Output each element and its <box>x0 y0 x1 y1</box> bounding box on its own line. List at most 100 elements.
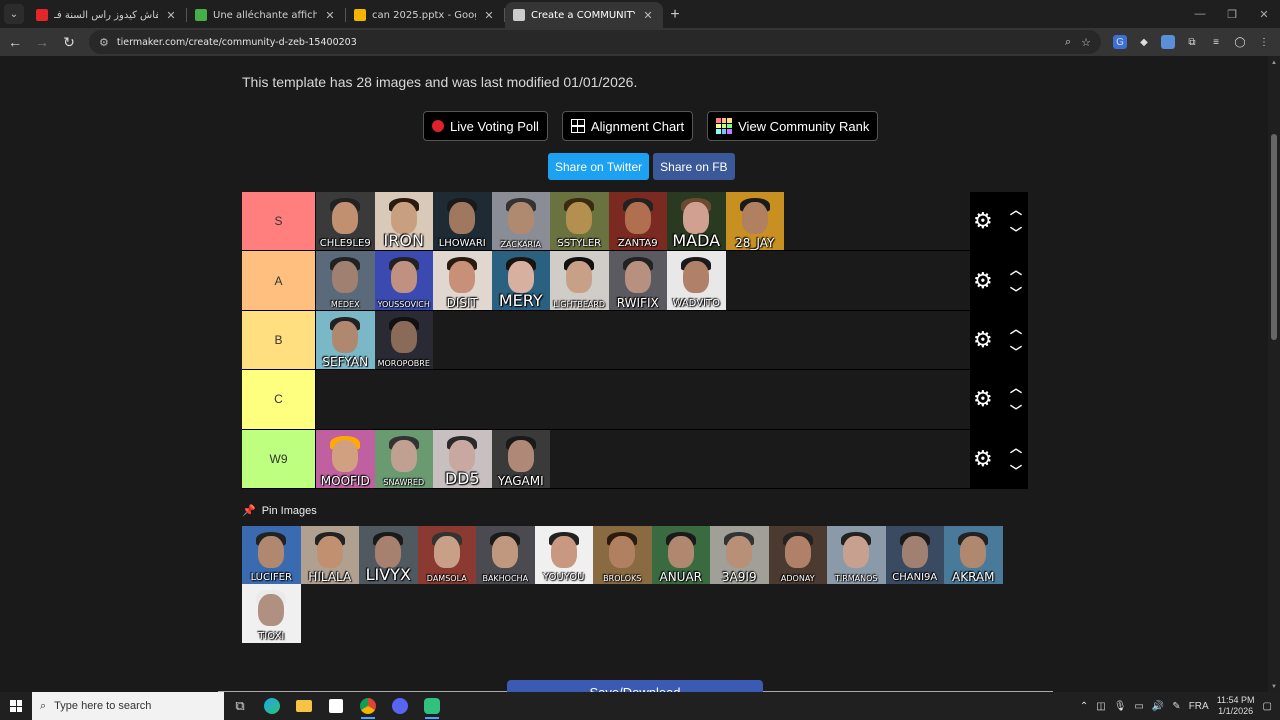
tier-label[interactable]: A <box>242 251 316 310</box>
back-icon[interactable]: ← <box>3 30 27 54</box>
tray-chevron-icon[interactable]: ⌃ <box>1080 701 1088 712</box>
tier-image-damsola[interactable]: DAMSOLA <box>417 526 476 585</box>
zoom-icon[interactable]: ⌕ <box>1065 36 1071 49</box>
tier-image-broloks[interactable]: BROLOKS <box>593 526 652 585</box>
volume-icon[interactable]: 🔊 <box>1152 701 1164 712</box>
tier-image-yagami[interactable]: YAGAMI <box>491 429 550 488</box>
microphone-icon[interactable]: 🎙 <box>1114 701 1127 712</box>
battery-icon[interactable]: ▭ <box>1134 701 1143 712</box>
tier-image-livyx[interactable]: LIVYX <box>359 526 418 585</box>
tier-image-akram[interactable]: AKRAM <box>944 526 1003 585</box>
reload-icon[interactable]: ↻ <box>57 30 81 54</box>
save-download-button[interactable]: Save/Download <box>507 680 763 692</box>
app-green-icon[interactable] <box>416 692 448 720</box>
scrollbar-thumb[interactable] <box>1271 134 1277 340</box>
chrome-icon[interactable] <box>352 692 384 720</box>
tier-label[interactable]: B <box>242 310 316 370</box>
tier-image-28_jay[interactable]: 28_JAY <box>725 192 784 251</box>
gear-icon[interactable]: ⚙ <box>973 447 993 470</box>
tier-image-moropobre[interactable]: MOROPOBRE <box>374 310 433 370</box>
chevron-up-icon[interactable]: ︿ <box>1010 379 1022 396</box>
tier-image-tirmanos[interactable]: TIRMANOS <box>827 526 886 585</box>
tier-drop-zone[interactable]: MOOFID SNAWRED DD5 YAGAMI <box>316 429 970 488</box>
tier-image-hilala[interactable]: HILALA <box>300 526 359 585</box>
start-button[interactable] <box>0 692 32 720</box>
browser-tab[interactable]: Create a COMMUNITY D ZEB Tier ✕ <box>505 2 663 28</box>
edge-browser-icon[interactable] <box>256 692 288 720</box>
tier-image-tioxi[interactable]: TIOXI <box>242 584 301 643</box>
scroll-up-icon[interactable]: ▲ <box>1270 60 1278 66</box>
gear-icon[interactable]: ⚙ <box>973 210 993 232</box>
tier-image-dd5[interactable]: DD5 <box>433 429 492 488</box>
chevron-up-icon[interactable]: ︿ <box>1010 320 1022 337</box>
tier-image-adonay[interactable]: ADONAY <box>768 526 827 585</box>
tier-image-chle9le9[interactable]: CHLE9LE9 <box>316 192 375 251</box>
network-icon[interactable]: ◫ <box>1096 701 1105 712</box>
new-tab-button[interactable]: + <box>663 2 687 28</box>
taskbar-search-box[interactable]: ⌕ Type here to search <box>32 692 224 720</box>
tier-image-zackaria[interactable]: ZACKARIA <box>491 192 550 251</box>
community-rank-button[interactable]: View Community Rank <box>707 111 879 141</box>
tier-image-wadvito[interactable]: WADVITO <box>667 251 726 310</box>
tier-image-chani9a[interactable]: CHANI9A <box>885 526 944 585</box>
gear-icon[interactable]: ⚙ <box>973 269 993 292</box>
tier-drop-zone[interactable] <box>316 370 970 429</box>
chevron-up-icon[interactable]: ︿ <box>1010 439 1022 456</box>
tier-image-snawred[interactable]: SNAWRED <box>374 429 433 488</box>
close-tab-icon[interactable]: ✕ <box>164 9 178 22</box>
forward-icon[interactable]: → <box>30 30 54 54</box>
tier-image-moofid[interactable]: MOOFID <box>316 429 375 488</box>
profile-avatar-icon[interactable]: ◯ <box>1233 35 1247 49</box>
alignment-chart-button[interactable]: Alignment Chart <box>561 111 694 141</box>
tier-image-sefyan[interactable]: SEFYAN <box>316 310 375 370</box>
tier-drop-zone[interactable]: CHLE9LE9 IRON LHOWARI ZACKARIA SSTYLER ZANTA9… <box>316 192 970 251</box>
menu-kebab-icon[interactable]: ⋮ <box>1257 35 1271 49</box>
discord-icon[interactable] <box>384 692 416 720</box>
tier-image-mery[interactable]: MERY <box>491 251 550 310</box>
tier-image-youyou[interactable]: YOUYOU <box>534 526 593 585</box>
extensions-puzzle-icon[interactable]: ⧉ <box>1185 35 1199 49</box>
notifications-icon[interactable]: ▢ <box>1263 701 1272 712</box>
pen-icon[interactable]: ✎ <box>1172 701 1180 712</box>
chevron-down-icon[interactable]: ﹀ <box>1010 462 1022 479</box>
tab-search-icon[interactable]: ⌄ <box>4 4 24 24</box>
tier-drop-zone[interactable]: SEFYAN MOROPOBRE <box>316 310 970 370</box>
share-fb-button[interactable]: Share on FB <box>653 153 735 180</box>
tier-image-disit[interactable]: DISIT <box>433 251 492 310</box>
extension-blue-icon[interactable] <box>1161 35 1175 49</box>
browser-tab[interactable]: شوفو كيفاش كيدوز رأس السنة فـ ✕ <box>28 2 186 28</box>
chevron-up-icon[interactable]: ︿ <box>1010 201 1022 218</box>
maximize-icon[interactable]: ❐ <box>1216 0 1248 28</box>
translate-extension-icon[interactable]: G <box>1113 35 1127 49</box>
language-indicator[interactable]: FRA <box>1189 701 1209 712</box>
chevron-down-icon[interactable]: ﹀ <box>1010 224 1022 241</box>
tier-image-lhowari[interactable]: LHOWARI <box>433 192 492 251</box>
site-info-icon[interactable]: ⚙ <box>99 36 109 49</box>
url-input[interactable]: ⚙ tiermaker.com/create/community-d-zeb-1… <box>89 30 1101 54</box>
chevron-up-icon[interactable]: ︿ <box>1010 261 1022 278</box>
scroll-down-icon[interactable]: ▼ <box>1270 684 1278 690</box>
tier-image-medex[interactable]: MEDEX <box>316 251 375 310</box>
tier-label[interactable]: C <box>242 370 316 429</box>
tier-image-iron[interactable]: IRON <box>374 192 433 251</box>
extension-diamond-icon[interactable]: ◆ <box>1137 35 1151 49</box>
minimize-icon[interactable]: — <box>1184 0 1216 28</box>
chevron-down-icon[interactable]: ﹀ <box>1010 402 1022 419</box>
tier-label[interactable]: W9 <box>242 429 316 488</box>
gear-icon[interactable]: ⚙ <box>973 388 993 410</box>
close-tab-icon[interactable]: ✕ <box>641 9 655 22</box>
gear-icon[interactable]: ⚙ <box>973 328 993 351</box>
tier-image-anuar[interactable]: ANUAR <box>651 526 710 585</box>
file-explorer-icon[interactable] <box>288 692 320 720</box>
tier-image-lightbeard[interactable]: LIGHTBEARD <box>550 251 609 310</box>
browser-tab[interactable]: can 2025.pptx - Google Slides ✕ <box>346 2 504 28</box>
tier-image-zanta9[interactable]: ZANTA9 <box>608 192 667 251</box>
close-tab-icon[interactable]: ✕ <box>323 9 337 22</box>
page-scrollbar[interactable]: ▲ ▼ <box>1268 56 1280 692</box>
tier-drop-zone[interactable]: MEDEX YOUSSOVICH DISIT MERY LIGHTBEARD RWIFIX… <box>316 251 970 310</box>
tier-image-youssovich[interactable]: YOUSSOVICH <box>374 251 433 310</box>
chevron-down-icon[interactable]: ﹀ <box>1010 343 1022 360</box>
media-control-icon[interactable]: ≡ <box>1209 35 1223 49</box>
chevron-down-icon[interactable]: ﹀ <box>1010 284 1022 301</box>
tier-image-lucifer[interactable]: LUCIFER <box>242 526 301 585</box>
